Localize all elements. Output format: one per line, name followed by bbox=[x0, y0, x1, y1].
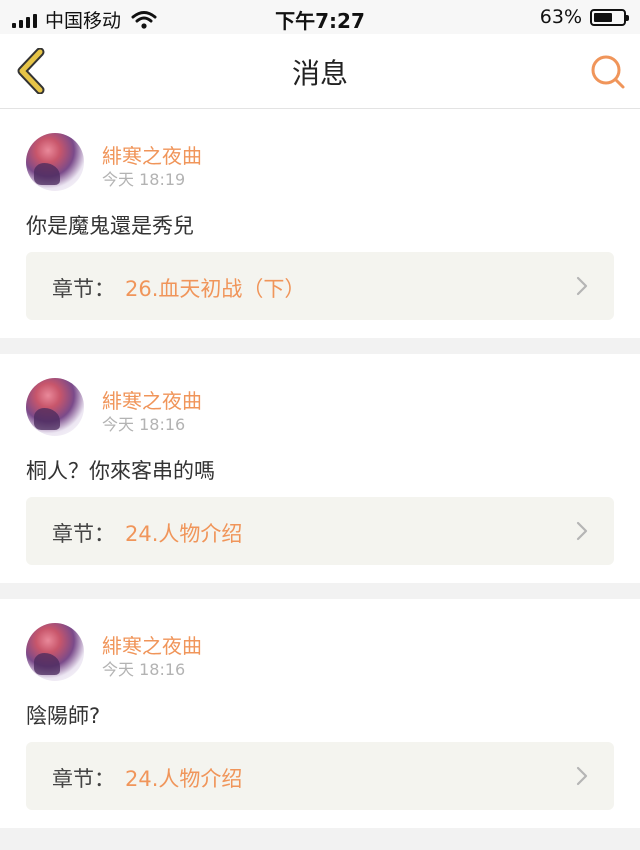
avatar[interactable] bbox=[26, 623, 84, 681]
message-card: 緋寒之夜曲 今天 18:19 你是魔鬼還是秀兒 章节： 26.血天初战（下） bbox=[0, 109, 640, 338]
chapter-label: 章节： bbox=[52, 277, 115, 301]
chevron-right-icon bbox=[576, 276, 588, 296]
chapter-label: 章节： bbox=[52, 522, 115, 546]
nav-bar: 消息 bbox=[0, 34, 640, 109]
battery-fill bbox=[594, 12, 612, 22]
battery-tip bbox=[626, 14, 629, 21]
page-title: 消息 bbox=[291, 57, 348, 90]
username[interactable]: 緋寒之夜曲 bbox=[102, 140, 202, 169]
chapter-label: 章节： bbox=[52, 767, 115, 791]
message-card: 緋寒之夜曲 今天 18:16 桐人？你來客串的嗎 章节： 24.人物介绍 bbox=[0, 354, 640, 583]
timestamp: 今天 18:16 bbox=[102, 660, 186, 679]
chevron-right-icon bbox=[576, 521, 588, 541]
message-text: 你是魔鬼還是秀兒 bbox=[26, 214, 194, 238]
avatar[interactable] bbox=[26, 378, 84, 436]
search-icon[interactable] bbox=[588, 52, 628, 92]
chapter-title: 24.人物介绍 bbox=[125, 522, 243, 546]
chevron-left-icon[interactable] bbox=[12, 48, 52, 94]
message-card: 緋寒之夜曲 今天 18:16 陰陽師? 章节： 24.人物介绍 bbox=[0, 599, 640, 828]
avatar[interactable] bbox=[26, 133, 84, 191]
battery-icon bbox=[590, 8, 629, 26]
message-text: 桐人？你來客串的嗎 bbox=[26, 459, 215, 483]
chapter-title: 26.血天初战（下） bbox=[125, 277, 306, 301]
timestamp: 今天 18:19 bbox=[102, 170, 186, 189]
status-right: 63% bbox=[539, 6, 629, 28]
chapter-title: 24.人物介绍 bbox=[125, 767, 243, 791]
timestamp: 今天 18:16 bbox=[102, 415, 186, 434]
chapter-link[interactable]: 章节： 24.人物介绍 bbox=[26, 742, 614, 810]
battery-percent: 63% bbox=[539, 6, 582, 28]
chevron-right-icon bbox=[576, 766, 588, 786]
chapter-link[interactable]: 章节： 24.人物介绍 bbox=[26, 497, 614, 565]
username[interactable]: 緋寒之夜曲 bbox=[102, 630, 202, 659]
message-text: 陰陽師? bbox=[26, 704, 101, 728]
chapter-link[interactable]: 章节： 26.血天初战（下） bbox=[26, 252, 614, 320]
message-list: 緋寒之夜曲 今天 18:19 你是魔鬼還是秀兒 章节： 26.血天初战（下） 緋… bbox=[0, 109, 640, 844]
status-bar: 中国移动 下午7:27 63% bbox=[0, 0, 640, 34]
username[interactable]: 緋寒之夜曲 bbox=[102, 385, 202, 414]
